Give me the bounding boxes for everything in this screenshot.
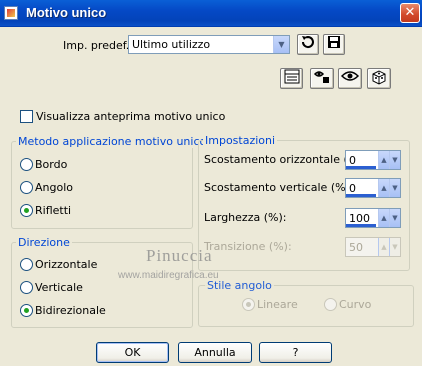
- preset-select[interactable]: Ultimo utilizzo ▼: [128, 35, 290, 54]
- save-icon: [328, 36, 340, 48]
- transition-arrows: ▲ ▼: [378, 238, 400, 256]
- radio-angolo-label: Angolo: [35, 181, 73, 194]
- app-icon: [4, 6, 18, 20]
- offset-x-spinner[interactable]: 0 ▲ ▼: [345, 150, 401, 170]
- watermark-url: www.maidiregrafica.eu: [118, 270, 219, 281]
- corner-style-group-title: Stile angolo: [205, 279, 274, 292]
- radio-verticale-label: Verticale: [35, 281, 83, 294]
- radio-bordo[interactable]: [20, 158, 33, 171]
- radio-orizzontale[interactable]: [20, 258, 33, 271]
- direction-group-title: Direzione: [16, 236, 72, 249]
- offset-x-label: Scostamento orizzontale (%):: [204, 153, 367, 166]
- offset-y-arrows: ▲ ▼: [378, 179, 400, 197]
- chevron-down-icon[interactable]: ▼: [389, 209, 400, 227]
- randomize-button[interactable]: [310, 68, 334, 89]
- radio-lineare-label: Lineare: [257, 298, 298, 311]
- width-bar: [346, 224, 376, 227]
- width-arrows: ▲ ▼: [378, 209, 400, 227]
- radio-angolo[interactable]: [20, 181, 33, 194]
- radio-bidirezionale[interactable]: [20, 304, 33, 317]
- width-spinner[interactable]: 100 ▲ ▼: [345, 208, 401, 228]
- chevron-down-icon[interactable]: ▼: [389, 151, 400, 169]
- offset-y-spinner[interactable]: 0 ▲ ▼: [345, 178, 401, 198]
- radio-curvo-label: Curvo: [339, 298, 372, 311]
- offset-x-arrows: ▲ ▼: [378, 151, 400, 169]
- chevron-up-icon: ▲: [378, 238, 389, 256]
- radio-bidirezionale-label: Bidirezionale: [35, 304, 106, 317]
- width-label: Larghezza (%):: [204, 211, 287, 224]
- preset-value: Ultimo utilizzo: [132, 38, 211, 51]
- save-preset-button[interactable]: [323, 34, 345, 55]
- transition-label: Transizione (%):: [204, 240, 292, 253]
- preview-checkbox-label: Visualizza anteprima motivo unico: [36, 110, 226, 123]
- ok-button[interactable]: OK: [96, 342, 169, 363]
- transition-spinner: 50 ▲ ▼: [345, 237, 401, 257]
- chevron-up-icon[interactable]: ▲: [378, 179, 389, 197]
- transition-value: 50: [349, 241, 363, 254]
- radio-verticale[interactable]: [20, 281, 33, 294]
- dialog-window: Motivo unico ✕ Imp. predef.: Ultimo util…: [0, 0, 422, 366]
- preview-checkbox[interactable]: [20, 110, 33, 123]
- watermark-title: Pinuccia: [146, 246, 213, 265]
- layout-icon: [284, 69, 299, 84]
- reset-icon: [301, 36, 314, 49]
- help-button[interactable]: ?: [259, 342, 332, 363]
- radio-rifletti[interactable]: [20, 204, 33, 217]
- offset-y-bar: [346, 194, 376, 197]
- method-group-title: Metodo applicazione motivo unico: [16, 135, 209, 148]
- offset-x-bar: [346, 166, 376, 169]
- radio-bordo-label: Bordo: [35, 158, 68, 171]
- chevron-up-icon[interactable]: ▲: [378, 151, 389, 169]
- chevron-down-icon[interactable]: ▼: [389, 179, 400, 197]
- offset-y-label: Scostamento verticale (%):: [204, 181, 354, 194]
- preview-button[interactable]: [338, 68, 362, 89]
- dice-icon: [372, 70, 386, 85]
- cancel-button[interactable]: Annulla: [178, 342, 252, 363]
- radio-curvo: [324, 298, 337, 311]
- radio-orizzontale-label: Orizzontale: [35, 258, 98, 271]
- randomize-icon: [313, 71, 329, 83]
- close-button[interactable]: ✕: [400, 3, 420, 23]
- layout-button[interactable]: [280, 68, 303, 89]
- chevron-down-icon[interactable]: ▼: [273, 36, 289, 53]
- chevron-down-icon: ▼: [389, 238, 400, 256]
- dice-button[interactable]: [367, 68, 391, 89]
- preset-label: Imp. predef.:: [63, 39, 133, 52]
- title-bar[interactable]: Motivo unico ✕: [0, 0, 422, 27]
- reset-button[interactable]: [297, 34, 319, 55]
- radio-lineare: [242, 298, 255, 311]
- settings-group-title: Impostazioni: [203, 134, 278, 147]
- radio-rifletti-label: Rifletti: [35, 204, 72, 217]
- preview-icon: [340, 71, 360, 81]
- chevron-up-icon[interactable]: ▲: [378, 209, 389, 227]
- window-title: Motivo unico: [26, 5, 107, 20]
